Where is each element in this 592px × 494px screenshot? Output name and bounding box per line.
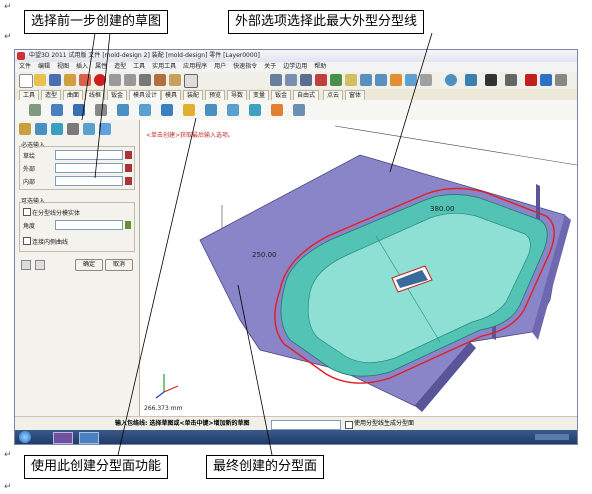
callout-outer-option: 外部选项选择此最大外型分型线 — [228, 10, 425, 34]
callout-select-sketch: 选择前一步创建的草图 — [24, 10, 169, 34]
callout-leaders — [81, 32, 433, 456]
callout-final-surface: 最终创建的分型面 — [206, 455, 325, 479]
callout-use-function: 使用此创建分型面功能 — [24, 455, 169, 479]
